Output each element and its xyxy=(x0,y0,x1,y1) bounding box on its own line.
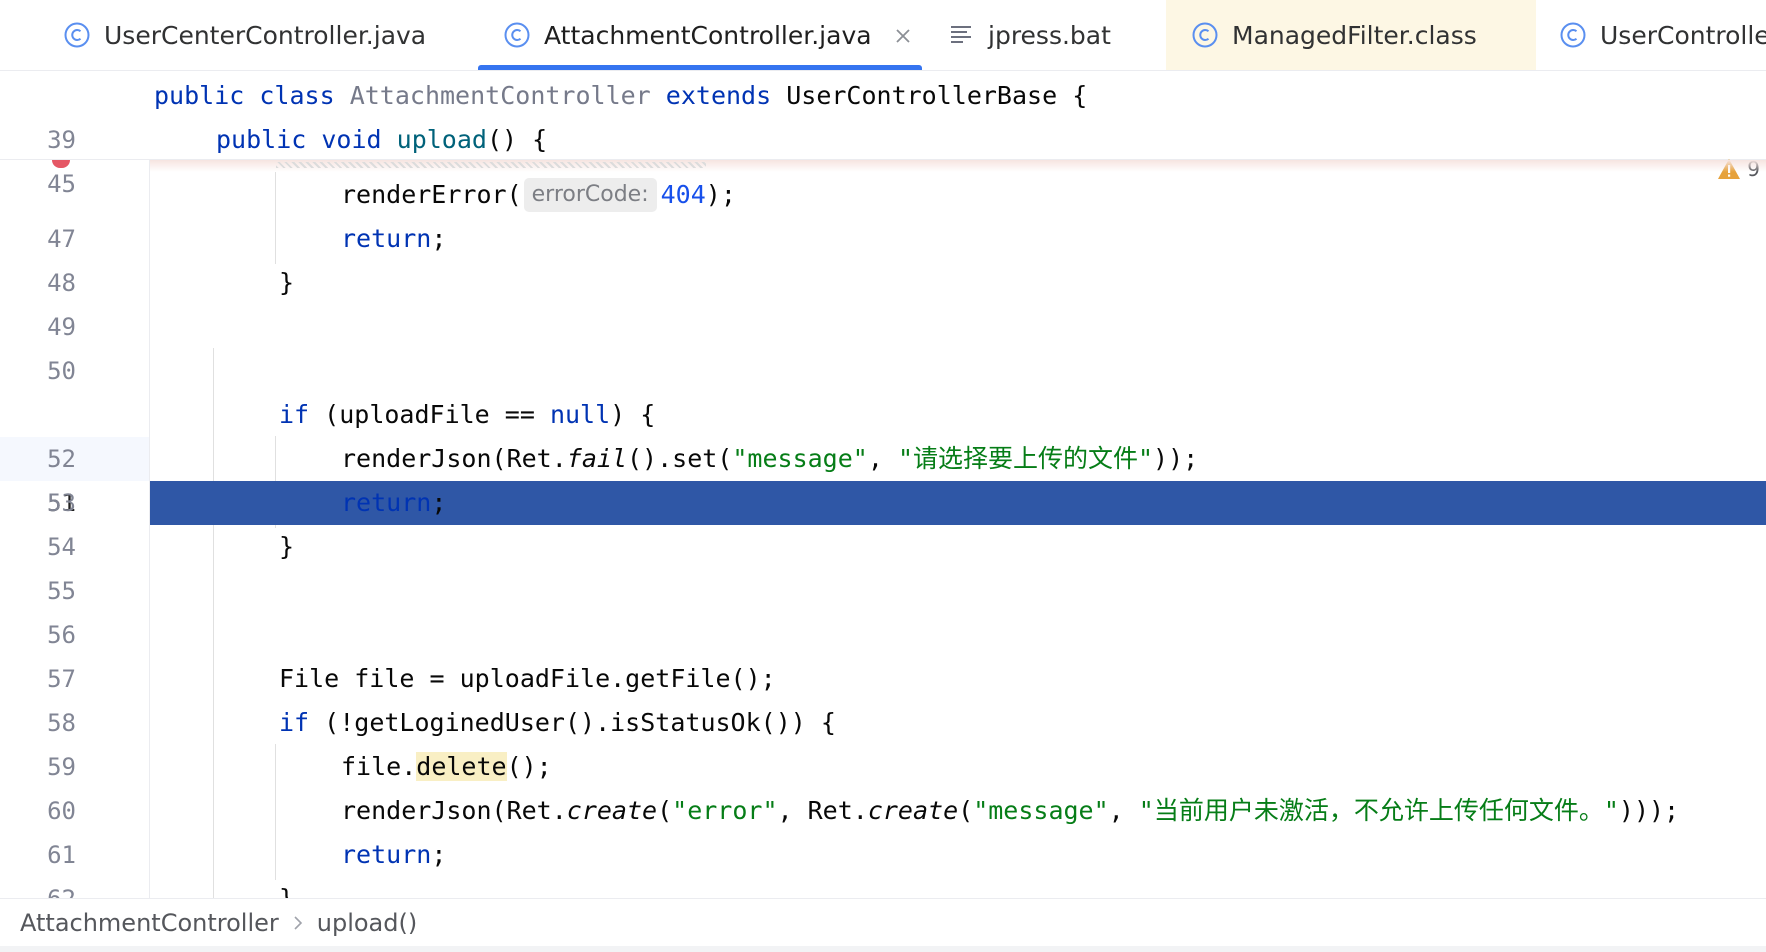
code-line[interactable]: 56 xyxy=(0,569,1766,649)
tab-label: UserCenterController.java xyxy=(104,20,427,50)
code-line[interactable]: 59 if (!getLoginedUser().isStatusOk()) { xyxy=(0,701,1766,781)
usage-highlight: delete xyxy=(416,752,507,781)
code-text: public void upload() { xyxy=(216,125,548,154)
code-line[interactable]: 50 xyxy=(0,305,1766,385)
code-text: return; xyxy=(341,840,447,869)
code-text: return; xyxy=(341,488,447,517)
code-text: if (uploadFile == null) { xyxy=(279,400,656,429)
close-tab-icon[interactable] xyxy=(894,27,912,45)
code-line[interactable]: 61 renderJson(Ret.create("error", Ret.cr… xyxy=(0,789,1766,869)
code-text: file.delete(); xyxy=(341,752,552,781)
tab-jpress-bat[interactable]: jpress.bat xyxy=(948,0,1111,70)
chevron-right-icon xyxy=(294,915,302,930)
code-line[interactable]: 60 file.delete(); xyxy=(0,745,1766,825)
code-line[interactable]: 55 } xyxy=(0,525,1766,605)
code-text: public class AttachmentController extend… xyxy=(154,81,1088,110)
code-text: } xyxy=(279,268,295,297)
breadcrumb-class[interactable]: AttachmentController xyxy=(20,909,279,937)
class-c-icon xyxy=(64,22,90,48)
tab-attachmentcontroller[interactable]: AttachmentController.java xyxy=(478,0,922,70)
code-text: UploadFile uploadFile = getFile(); xyxy=(279,356,791,385)
tab-usercontroller[interactable]: UserControlle xyxy=(1560,0,1766,70)
ide-window: UserCenterController.java AttachmentCont… xyxy=(0,0,1766,952)
sticky-line-class[interactable]: 39 public class AttachmentController ext… xyxy=(0,74,1766,154)
code-text: renderJson(Ret.fail().set("message", "请选… xyxy=(341,444,1199,473)
code-text: File file = uploadFile.getFile(); xyxy=(279,664,776,693)
code-text: renderError(errorCode: 404); xyxy=(341,173,736,217)
code-text: renderJson(Ret.create("error", Ret.creat… xyxy=(341,796,1680,825)
code-text: return; xyxy=(341,224,447,253)
tab-label: UserControlle xyxy=(1600,20,1766,50)
parameter-hint: errorCode: xyxy=(523,178,657,212)
code-line[interactable]: 49 } xyxy=(0,261,1766,341)
folded-line-remnant xyxy=(276,162,706,168)
tab-label: jpress.bat xyxy=(988,20,1111,50)
sticky-lines-header: 39 public class AttachmentController ext… xyxy=(0,71,1766,198)
code-line[interactable]: 58 File file = uploadFile.getFile(); xyxy=(0,657,1766,737)
code-line[interactable]: 48 return; xyxy=(0,217,1766,297)
status-strip xyxy=(0,946,1766,952)
code-line[interactable]: 57 xyxy=(0,613,1766,693)
code-line[interactable]: 54 return; xyxy=(0,481,1766,561)
breadcrumb-method[interactable]: upload() xyxy=(317,909,417,937)
sticky-line-method[interactable]: 45 public void upload() { xyxy=(0,118,1766,198)
tab-usercentercontroller[interactable]: UserCenterController.java xyxy=(64,0,426,70)
tab-label: AttachmentController.java xyxy=(544,20,872,50)
tab-managedfilter[interactable]: ManagedFilter.class xyxy=(1166,0,1536,70)
code-line[interactable]: 52 if (uploadFile == null) { xyxy=(0,393,1766,473)
code-line[interactable]: 53 renderJson(Ret.fail().set("message", … xyxy=(0,437,1766,517)
active-tab-indicator xyxy=(478,65,922,70)
code-line[interactable]: 47 renderError(errorCode: 404); xyxy=(0,173,1766,253)
text-file-icon xyxy=(951,26,971,43)
code-line[interactable]: 62 return; xyxy=(0,833,1766,913)
breadcrumb: AttachmentController upload() xyxy=(0,898,1766,946)
class-c-icon xyxy=(1560,22,1586,48)
editor-tab-bar: UserCenterController.java AttachmentCont… xyxy=(0,0,1766,71)
code-text: } xyxy=(279,532,295,561)
tab-label: ManagedFilter.class xyxy=(1232,20,1477,50)
current-code-line[interactable]: 51 UploadFile uploadFile = getFile(); xyxy=(0,349,1766,525)
class-c-icon xyxy=(1192,22,1218,48)
class-c-icon xyxy=(504,22,530,48)
code-text: if (!getLoginedUser().isStatusOk()) { xyxy=(279,708,836,737)
